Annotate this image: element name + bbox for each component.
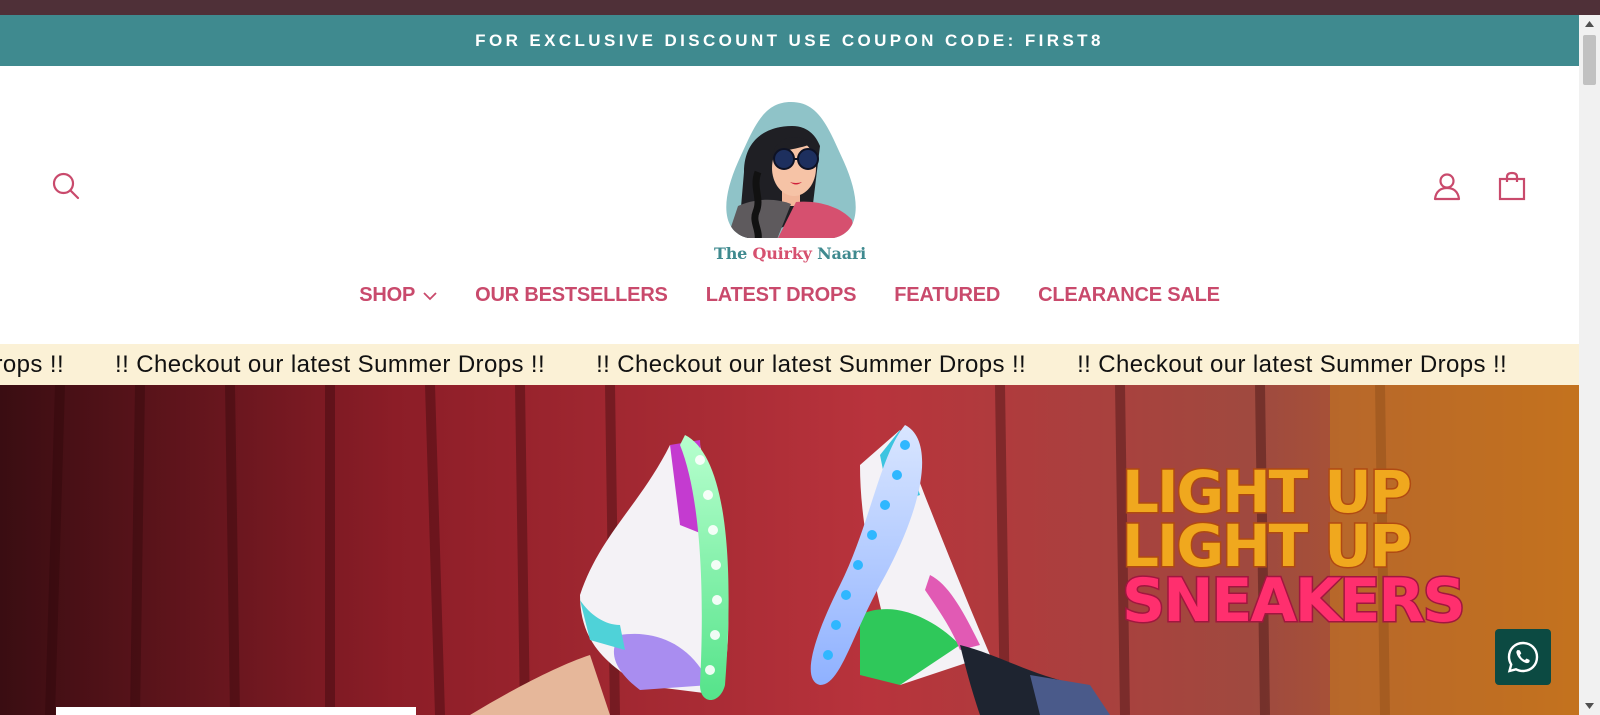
scroll-up-arrow[interactable] bbox=[1579, 15, 1600, 33]
account-button[interactable] bbox=[1427, 166, 1467, 206]
site-logo[interactable] bbox=[716, 102, 866, 264]
cart-button[interactable] bbox=[1492, 166, 1532, 206]
marquee-track: !! Checkout our latest Summer Drops !! !… bbox=[0, 344, 1558, 385]
user-icon bbox=[1433, 173, 1461, 201]
marquee-item: !! Checkout our latest Summer Drops !! bbox=[596, 350, 1027, 378]
announcement-bar: FOR EXCLUSIVE DISCOUNT USE COUPON CODE: … bbox=[0, 15, 1579, 66]
hero-banner[interactable]: LIGHT UP LIGHT UP SNEAKERS bbox=[0, 385, 1579, 715]
promo-marquee: !! Checkout our latest Summer Drops !! !… bbox=[0, 344, 1579, 385]
nav-shop[interactable]: SHOP bbox=[359, 284, 437, 307]
scroll-down-arrow[interactable] bbox=[1579, 697, 1600, 715]
chevron-down-icon bbox=[423, 291, 437, 300]
nav-latest-drops[interactable]: LATEST DROPS bbox=[706, 284, 857, 307]
marquee-item: !! Checkout our latest Summer Drops !! bbox=[0, 350, 65, 378]
site-header: The Quirky Naari SHOP OUR BESTSELLERS LA… bbox=[0, 66, 1579, 344]
logo-wordmark: The Quirky Naari bbox=[713, 244, 866, 263]
marquee-item: !! Checkout our latest Summer Drops !! bbox=[1077, 350, 1508, 378]
search-button[interactable] bbox=[46, 166, 86, 206]
search-icon bbox=[52, 172, 80, 200]
whatsapp-chat-button[interactable] bbox=[1495, 629, 1551, 685]
main-navigation: SHOP OUR BESTSELLERS LATEST DROPS FEATUR… bbox=[0, 284, 1579, 307]
whatsapp-icon bbox=[1507, 641, 1539, 673]
nav-shop-label: SHOP bbox=[359, 284, 416, 306]
announcement-text: FOR EXCLUSIVE DISCOUNT USE COUPON CODE: … bbox=[475, 30, 1104, 50]
hero-image: LIGHT UP LIGHT UP SNEAKERS bbox=[0, 385, 1579, 715]
shopping-bag-icon bbox=[1498, 171, 1526, 201]
page: FOR EXCLUSIVE DISCOUNT USE COUPON CODE: … bbox=[0, 0, 1579, 715]
nav-featured[interactable]: FEATURED bbox=[894, 284, 1000, 307]
hero-headline-line3: SNEAKERS bbox=[1122, 566, 1464, 636]
logo-illustration bbox=[726, 102, 856, 238]
nav-clearance-sale[interactable]: CLEARANCE SALE bbox=[1038, 284, 1220, 307]
nav-our-bestsellers[interactable]: OUR BESTSELLERS bbox=[475, 284, 668, 307]
scrollbar-thumb[interactable] bbox=[1583, 35, 1596, 85]
vertical-scrollbar[interactable] bbox=[1579, 15, 1600, 715]
marquee-item: !! Checkout our latest Summer Drops !! bbox=[115, 350, 546, 378]
